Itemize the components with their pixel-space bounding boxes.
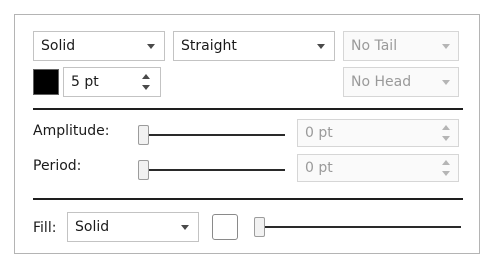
tail-select[interactable]: No Tail xyxy=(343,31,459,61)
fill-style-select[interactable]: Solid xyxy=(67,212,199,242)
line-style-select[interactable]: Solid xyxy=(33,31,165,61)
fill-opacity-slider-thumb[interactable] xyxy=(254,217,265,237)
line-style-value: Solid xyxy=(41,38,76,54)
line-path-value: Straight xyxy=(181,38,237,54)
stepper-arrows-icon[interactable] xyxy=(441,125,451,141)
chevron-down-icon xyxy=(147,44,155,49)
fill-style-value: Solid xyxy=(75,219,110,235)
line-path-select[interactable]: Straight xyxy=(173,31,335,61)
amplitude-slider-track[interactable] xyxy=(143,134,285,136)
fill-color-swatch[interactable] xyxy=(212,214,238,240)
stepper-arrows-icon[interactable] xyxy=(441,160,451,176)
line-style-panel: Solid Straight No Tail 5 pt No Head Ampl… xyxy=(14,14,480,254)
chevron-down-icon xyxy=(442,80,450,85)
fill-opacity-slider-track[interactable] xyxy=(258,226,461,228)
amplitude-label: Amplitude: xyxy=(33,123,110,139)
chevron-down-icon xyxy=(317,44,325,49)
period-slider-track[interactable] xyxy=(143,169,285,171)
period-value: 0 pt xyxy=(305,160,333,176)
line-color-swatch[interactable] xyxy=(33,69,59,95)
section-divider xyxy=(33,198,463,200)
amplitude-slider-thumb[interactable] xyxy=(138,125,149,145)
head-select[interactable]: No Head xyxy=(343,67,459,97)
amplitude-input[interactable]: 0 pt xyxy=(297,119,459,147)
chevron-down-icon xyxy=(442,44,450,49)
period-input[interactable]: 0 pt xyxy=(297,154,459,182)
chevron-down-icon xyxy=(181,225,189,230)
section-divider xyxy=(33,108,463,110)
stepper-arrows-icon[interactable] xyxy=(141,74,151,90)
line-width-stepper[interactable]: 5 pt xyxy=(63,67,161,97)
period-label: Period: xyxy=(33,158,82,174)
period-slider-thumb[interactable] xyxy=(138,160,149,180)
amplitude-value: 0 pt xyxy=(305,125,333,141)
fill-label: Fill: xyxy=(33,220,57,236)
